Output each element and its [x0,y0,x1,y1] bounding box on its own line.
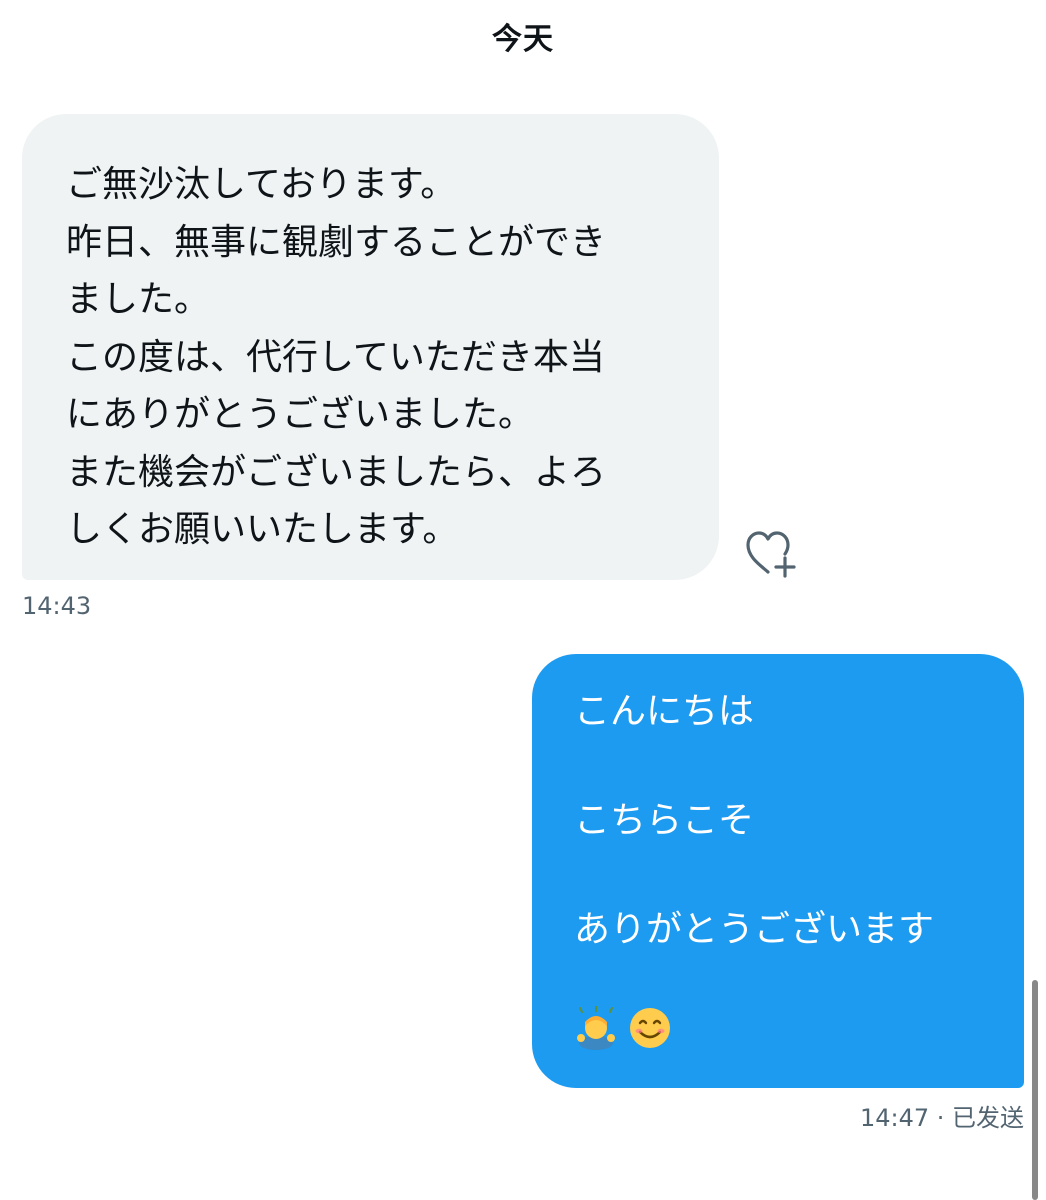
message-line: この度は、代行していただき本当 [66,336,605,378]
message-line: ました。 [66,279,211,320]
message-timestamp: 14:43 [22,592,92,620]
outgoing-message-bubble[interactable]: こんにちは こちらこそ ありがとうございます [532,654,1024,1088]
scrollbar[interactable] [1032,980,1038,1200]
message-line: ありがとうございます [574,909,935,950]
message-line: 昨日、無事に観劇することができ [66,221,607,263]
add-reaction-button[interactable] [742,528,798,580]
message-line: こんにちは [574,691,755,732]
message-line: しくお願いいたします。 [66,509,459,550]
message-line: にありがとうございました。 [66,394,535,435]
message-line: また機会がございましたら、よろ [66,451,607,493]
heart-plus-icon [746,531,796,578]
emoji-row [574,1006,672,1050]
message-line: こちらこそ [574,800,755,841]
smiling-face-icon [630,1008,670,1048]
incoming-message-bubble[interactable]: ご無沙汰しております。 昨日、無事に観劇することができ ました。 この度は、代行… [22,114,719,580]
person-bowing-icon [577,1006,615,1050]
date-separator: 今天 [492,22,554,57]
message-line: ご無沙汰しております。 [66,164,457,205]
message-status: 14:47 · 已发送 [859,1104,1024,1132]
